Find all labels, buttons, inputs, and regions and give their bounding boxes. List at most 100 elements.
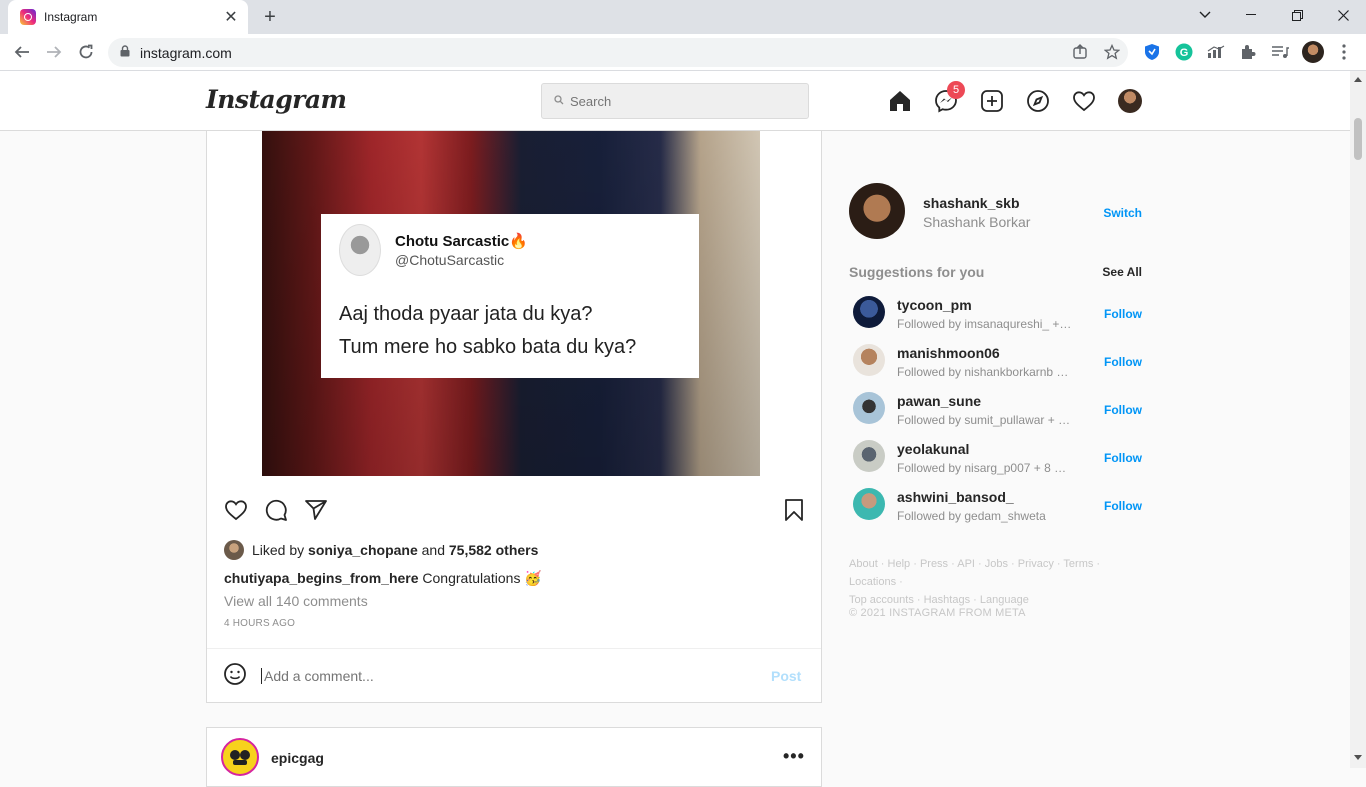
suggestion-avatar[interactable] [853, 488, 885, 520]
footer-link-terms[interactable]: Terms [1063, 558, 1093, 570]
stats-extension-icon[interactable] [1206, 42, 1226, 62]
suggestion-item: manishmoon06 Followed by nishankborkarnb… [853, 344, 1142, 384]
copyright: © 2021 INSTAGRAM FROM META [849, 607, 1026, 619]
profile-avatar-icon[interactable] [1302, 41, 1324, 63]
activity-heart-icon[interactable] [1071, 88, 1097, 114]
forward-icon[interactable] [40, 38, 68, 66]
instagram-favicon-icon [20, 9, 36, 25]
likes-summary: Liked by soniya_chopane and 75,582 other… [224, 540, 538, 560]
svg-text:G: G [1180, 47, 1189, 59]
feed-post: Chotu Sarcastic🔥 @ChotuSarcastic Aaj tho… [206, 131, 822, 703]
footer-link-top-accounts[interactable]: Top accounts [849, 594, 914, 606]
suggestions-heading: Suggestions for you [849, 264, 985, 280]
footer-link-locations[interactable]: Locations [849, 576, 896, 588]
suggestion-username[interactable]: yeolakunal [897, 441, 969, 457]
footer-link-language[interactable]: Language [980, 594, 1029, 606]
post-timestamp[interactable]: 4 HOURS AGO [224, 618, 295, 629]
comment-icon[interactable] [263, 497, 289, 523]
minimize-button[interactable] [1228, 0, 1274, 30]
home-icon[interactable] [887, 88, 913, 114]
extensions-puzzle-icon[interactable] [1238, 42, 1258, 62]
like-heart-icon[interactable] [223, 497, 249, 523]
footer-links: About · Help · Press · API · Jobs · Priv… [849, 558, 1101, 606]
footer-link-jobs[interactable]: Jobs [985, 558, 1008, 570]
current-username[interactable]: shashank_skb [923, 195, 1020, 211]
suggestion-username[interactable]: manishmoon06 [897, 345, 1000, 361]
back-icon[interactable] [8, 38, 36, 66]
browser-tab[interactable]: Instagram ✕ [8, 0, 248, 34]
next-feed-post: epicgag ••• [206, 727, 822, 787]
messenger-icon[interactable]: 5 [933, 81, 965, 114]
media-queue-icon[interactable] [1270, 42, 1290, 62]
liked-by-others-link[interactable]: 75,582 others [449, 542, 539, 558]
suggestion-followed-by: Followed by imsanaqureshi_ + 16 more [897, 317, 1073, 331]
suggestion-avatar[interactable] [853, 344, 885, 376]
post-caption: chutiyapa_begins_from_here Congratulatio… [224, 570, 542, 587]
footer-link-api[interactable]: API [957, 558, 975, 570]
current-user-avatar[interactable] [849, 183, 905, 239]
footer-link-hashtags[interactable]: Hashtags [924, 594, 970, 606]
footer-link-privacy[interactable]: Privacy [1018, 558, 1054, 570]
reload-icon[interactable] [72, 38, 100, 66]
comment-input[interactable] [261, 668, 761, 684]
footer-link-about[interactable]: About [849, 558, 878, 570]
browser-tab-bar: Instagram ✕ + [0, 0, 1366, 34]
tweet-line-1: Aaj thoda pyaar jata du kya? [339, 303, 593, 325]
suggestion-username[interactable]: tycoon_pm [897, 297, 972, 313]
post-comment-button[interactable]: Post [771, 668, 801, 684]
suggestion-avatar[interactable] [853, 296, 885, 328]
follow-button[interactable]: Follow [1104, 451, 1142, 465]
follow-button[interactable]: Follow [1104, 499, 1142, 513]
browser-toolbar: instagram.com G [0, 34, 1366, 71]
bookmark-star-icon[interactable] [1102, 42, 1122, 62]
restore-button[interactable] [1274, 0, 1320, 30]
close-window-button[interactable] [1320, 0, 1366, 30]
address-bar[interactable]: instagram.com [108, 38, 1128, 67]
search-box[interactable] [541, 83, 809, 119]
caption-username-link[interactable]: chutiyapa_begins_from_here [224, 570, 419, 586]
footer-link-help[interactable]: Help [888, 558, 911, 570]
suggestion-avatar[interactable] [853, 392, 885, 424]
tab-close-icon[interactable]: ✕ [220, 6, 242, 28]
suggestion-username[interactable]: ashwini_bansod_ [897, 489, 1014, 505]
suggestion-avatar[interactable] [853, 440, 885, 472]
save-bookmark-icon[interactable] [781, 497, 807, 523]
explore-compass-icon[interactable] [1025, 88, 1051, 114]
search-icon [554, 92, 564, 110]
instagram-logo[interactable]: Instagram [206, 85, 347, 114]
post-image[interactable]: Chotu Sarcastic🔥 @ChotuSarcastic Aaj tho… [262, 131, 760, 476]
follow-button[interactable]: Follow [1104, 355, 1142, 369]
messages-badge: 5 [947, 81, 965, 99]
footer-link-press[interactable]: Press [920, 558, 948, 570]
scroll-up-arrow-icon[interactable] [1354, 77, 1362, 82]
search-input[interactable] [570, 93, 790, 109]
share-icon[interactable] [1070, 42, 1090, 62]
grammarly-icon[interactable]: G [1174, 42, 1194, 62]
suggestion-item: tycoon_pm Followed by imsanaqureshi_ + 1… [853, 296, 1142, 336]
suggestion-username[interactable]: pawan_sune [897, 393, 981, 409]
liked-by-user-link[interactable]: soniya_chopane [308, 542, 418, 558]
emoji-icon[interactable] [223, 662, 247, 691]
switch-account-button[interactable]: Switch [1103, 206, 1142, 220]
epicgag-avatar[interactable] [221, 738, 259, 776]
follow-button[interactable]: Follow [1104, 403, 1142, 417]
next-post-username[interactable]: epicgag [271, 750, 324, 766]
tab-search-icon[interactable] [1182, 0, 1228, 30]
see-all-button[interactable]: See All [1102, 265, 1142, 279]
new-post-icon[interactable] [979, 88, 1005, 114]
new-tab-button[interactable]: + [258, 5, 282, 29]
suggestion-followed-by: Followed by nishankborkarnb + 2 more [897, 365, 1073, 379]
browser-menu-icon[interactable] [1334, 42, 1354, 62]
share-paper-plane-icon[interactable] [303, 497, 329, 523]
shield-extension-icon[interactable] [1142, 42, 1162, 62]
follow-button[interactable]: Follow [1104, 307, 1142, 321]
suggestion-followed-by: Followed by sumit_pullawar + 4 more [897, 413, 1073, 427]
tweet-line-2: Tum mere ho sabko bata du kya? [339, 336, 637, 358]
scroll-down-arrow-icon[interactable] [1354, 755, 1362, 760]
more-options-icon[interactable]: ••• [783, 746, 805, 767]
scroll-thumb[interactable] [1354, 118, 1362, 160]
profile-nav-avatar[interactable] [1117, 88, 1143, 114]
page-scrollbar[interactable] [1350, 71, 1366, 768]
tweet-author-name: Chotu Sarcastic🔥 [395, 233, 528, 250]
view-all-comments-link[interactable]: View all 140 comments [224, 593, 368, 609]
